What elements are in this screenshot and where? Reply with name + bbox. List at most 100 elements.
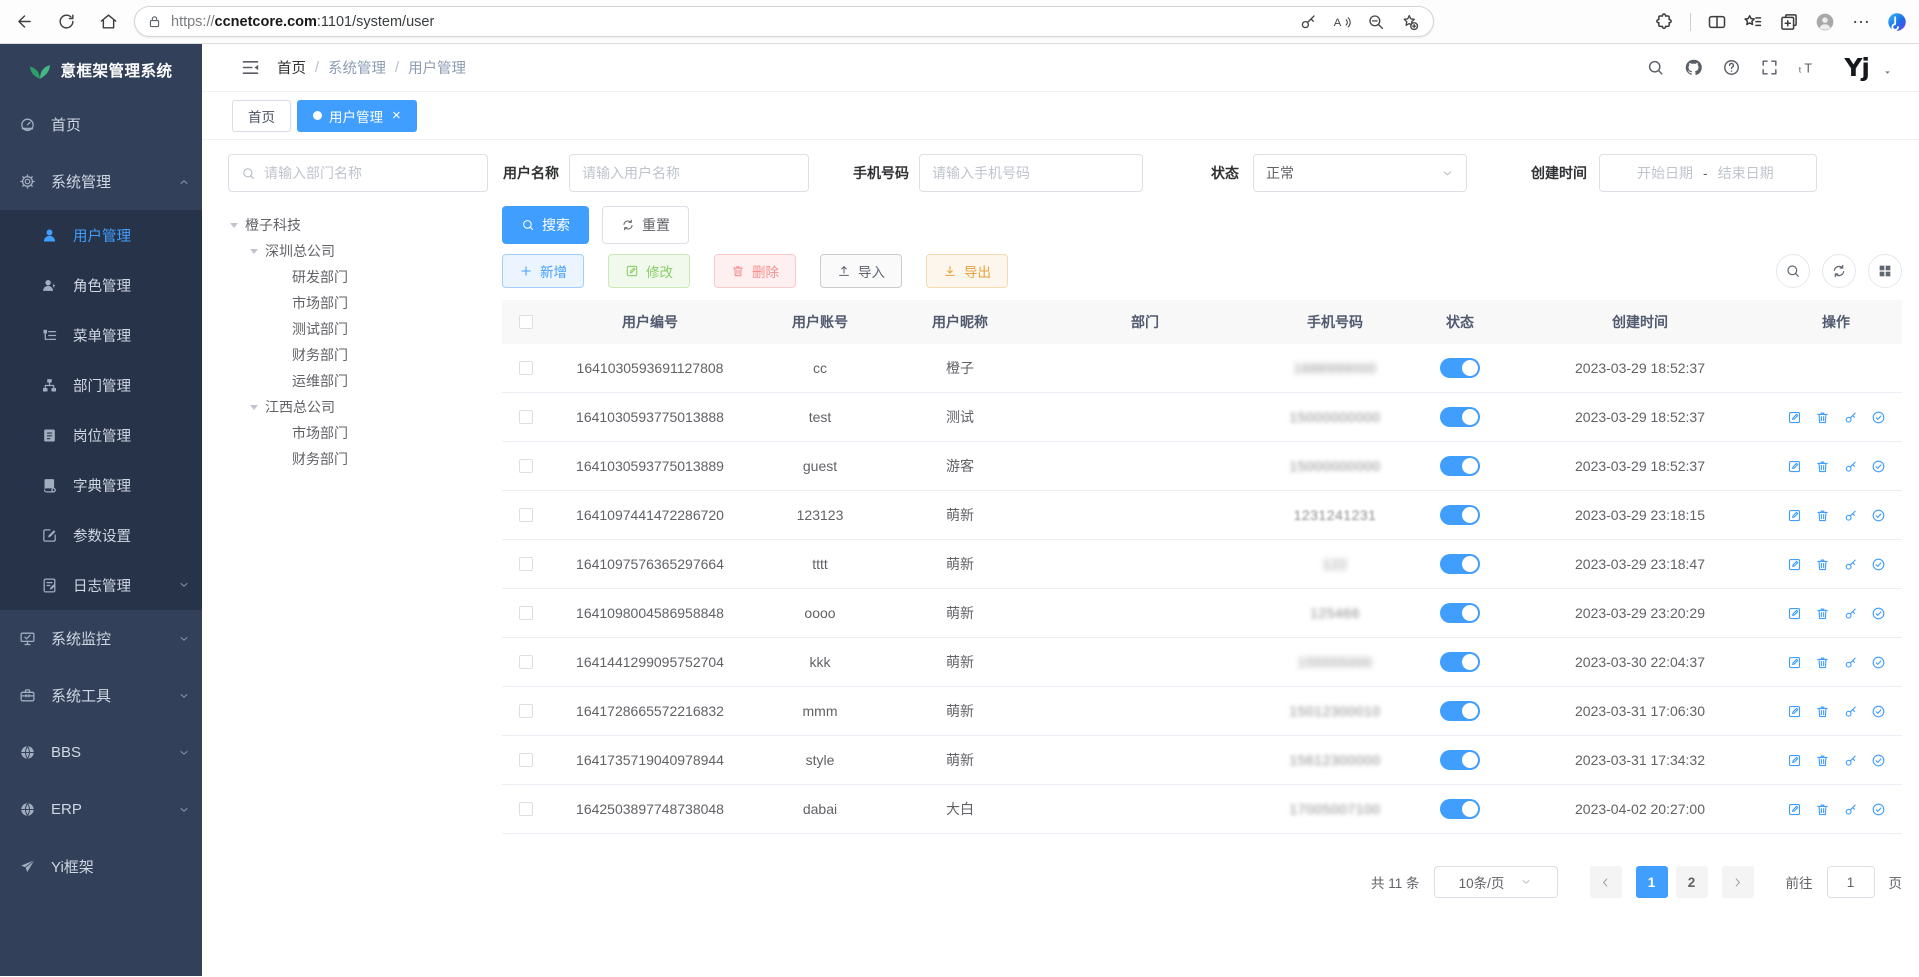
reload-circle-button[interactable] <box>1822 254 1856 288</box>
delete-icon[interactable] <box>1815 753 1830 768</box>
tree-node[interactable]: 市场部门 <box>228 290 502 316</box>
edit-icon[interactable] <box>1787 459 1802 474</box>
breadcrumb-item[interactable]: 首页 <box>277 57 306 78</box>
sidebar-item-yi-framework[interactable]: Yi框架 <box>0 838 202 895</box>
page-button-2[interactable]: 2 <box>1676 866 1708 898</box>
page-size-select[interactable]: 10条/页 <box>1434 866 1558 898</box>
zoom-out-icon[interactable] <box>1367 13 1385 31</box>
row-checkbox[interactable] <box>519 361 533 375</box>
status-toggle[interactable] <box>1440 456 1480 476</box>
password-key-icon[interactable] <box>1299 13 1317 31</box>
delete-button[interactable]: 删除 <box>714 254 796 288</box>
approve-icon[interactable] <box>1871 753 1886 768</box>
extensions-icon[interactable] <box>1654 12 1674 32</box>
github-icon[interactable] <box>1684 58 1703 77</box>
delete-icon[interactable] <box>1815 704 1830 719</box>
edit-icon[interactable] <box>1787 704 1802 719</box>
page-button-1[interactable]: 1 <box>1636 866 1668 898</box>
collapse-sidebar-icon[interactable] <box>240 57 261 78</box>
prev-page-button[interactable] <box>1590 866 1622 898</box>
tab-首页[interactable]: 首页 <box>232 100 291 132</box>
delete-icon[interactable] <box>1815 410 1830 425</box>
tab-close-icon[interactable]: × <box>392 108 401 123</box>
tree-caret-icon[interactable] <box>250 405 258 410</box>
delete-icon[interactable] <box>1815 459 1830 474</box>
goto-page-input[interactable] <box>1827 866 1875 898</box>
edit-icon[interactable] <box>1787 606 1802 621</box>
sidebar-item-param-settings[interactable]: 参数设置 <box>0 510 202 560</box>
delete-icon[interactable] <box>1815 606 1830 621</box>
delete-icon[interactable] <box>1815 508 1830 523</box>
status-toggle[interactable] <box>1440 701 1480 721</box>
tree-node[interactable]: 橙子科技 <box>228 212 502 238</box>
next-page-button[interactable] <box>1722 866 1754 898</box>
search-circle-button[interactable] <box>1776 254 1810 288</box>
edit-icon[interactable] <box>1787 557 1802 572</box>
delete-icon[interactable] <box>1815 802 1830 817</box>
edit-icon[interactable] <box>1787 802 1802 817</box>
row-checkbox[interactable] <box>519 753 533 767</box>
tree-caret-icon[interactable] <box>250 249 258 254</box>
copilot-icon[interactable] <box>1887 12 1907 32</box>
sidebar-item-system-tools[interactable]: 系统工具 <box>0 667 202 724</box>
search-icon[interactable] <box>1646 58 1665 77</box>
status-toggle[interactable] <box>1440 652 1480 672</box>
sidebar-item-home[interactable]: 首页 <box>0 96 202 153</box>
search-button[interactable]: 搜索 <box>502 206 589 244</box>
breadcrumb-item[interactable]: 系统管理 <box>328 57 386 78</box>
edit-icon[interactable] <box>1787 508 1802 523</box>
split-screen-icon[interactable] <box>1707 12 1727 32</box>
tab-用户管理[interactable]: 用户管理× <box>297 100 417 132</box>
approve-icon[interactable] <box>1871 802 1886 817</box>
caretdown[interactable] <box>1882 67 1893 78</box>
delete-icon[interactable] <box>1815 557 1830 572</box>
approve-icon[interactable] <box>1871 557 1886 572</box>
sidebar-item-post-management[interactable]: 岗位管理 <box>0 410 202 460</box>
address-bar[interactable]: https://ccnetcore.com:1101/system/user A <box>134 6 1434 37</box>
tree-node[interactable]: 财务部门 <box>228 446 502 472</box>
sidebar-item-role-management[interactable]: 角色管理 <box>0 260 202 310</box>
home-button[interactable] <box>92 6 124 38</box>
reset-password-icon[interactable] <box>1843 410 1858 425</box>
status-toggle[interactable] <box>1440 750 1480 770</box>
status-select[interactable]: 正常 <box>1253 154 1467 192</box>
row-checkbox[interactable] <box>519 557 533 571</box>
tree-node[interactable]: 市场部门 <box>228 420 502 446</box>
refresh-button[interactable] <box>50 6 82 38</box>
row-checkbox[interactable] <box>519 459 533 473</box>
sidebar-item-dict-management[interactable]: 字典管理 <box>0 460 202 510</box>
status-toggle[interactable] <box>1440 554 1480 574</box>
reset-password-icon[interactable] <box>1843 753 1858 768</box>
more-options-icon[interactable] <box>1851 12 1871 32</box>
reset-button[interactable]: 重置 <box>602 206 689 244</box>
import-button[interactable]: 导入 <box>820 254 902 288</box>
sidebar-item-erp[interactable]: ERP <box>0 781 202 838</box>
favorites-bar-icon[interactable] <box>1743 12 1763 32</box>
approve-icon[interactable] <box>1871 655 1886 670</box>
tree-node[interactable]: 测试部门 <box>228 316 502 342</box>
user-avatar-logo[interactable]: Yj <box>1844 53 1869 82</box>
back-button[interactable] <box>8 6 40 38</box>
row-checkbox[interactable] <box>519 704 533 718</box>
sidebar-item-bbs[interactable]: BBS <box>0 724 202 781</box>
sidebar-item-log-management[interactable]: 日志管理 <box>0 560 202 610</box>
tree-node[interactable]: 江西总公司 <box>228 394 502 420</box>
dept-search-input[interactable] <box>264 165 475 181</box>
sidebar-item-menu-management[interactable]: 菜单管理 <box>0 310 202 360</box>
tree-caret-icon[interactable] <box>230 223 238 228</box>
tree-node[interactable]: 深圳总公司 <box>228 238 502 264</box>
grid-circle-button[interactable] <box>1868 254 1902 288</box>
add-favorite-icon[interactable] <box>1401 13 1419 31</box>
row-checkbox[interactable] <box>519 655 533 669</box>
profile-avatar-icon[interactable] <box>1815 12 1835 32</box>
tree-node[interactable]: 财务部门 <box>228 342 502 368</box>
add-button[interactable]: 新增 <box>502 254 584 288</box>
tree-node[interactable]: 研发部门 <box>228 264 502 290</box>
row-checkbox[interactable] <box>519 508 533 522</box>
approve-icon[interactable] <box>1871 704 1886 719</box>
reset-password-icon[interactable] <box>1843 606 1858 621</box>
tree-node[interactable]: 运维部门 <box>228 368 502 394</box>
reset-password-icon[interactable] <box>1843 704 1858 719</box>
help-icon[interactable] <box>1722 58 1741 77</box>
approve-icon[interactable] <box>1871 606 1886 621</box>
